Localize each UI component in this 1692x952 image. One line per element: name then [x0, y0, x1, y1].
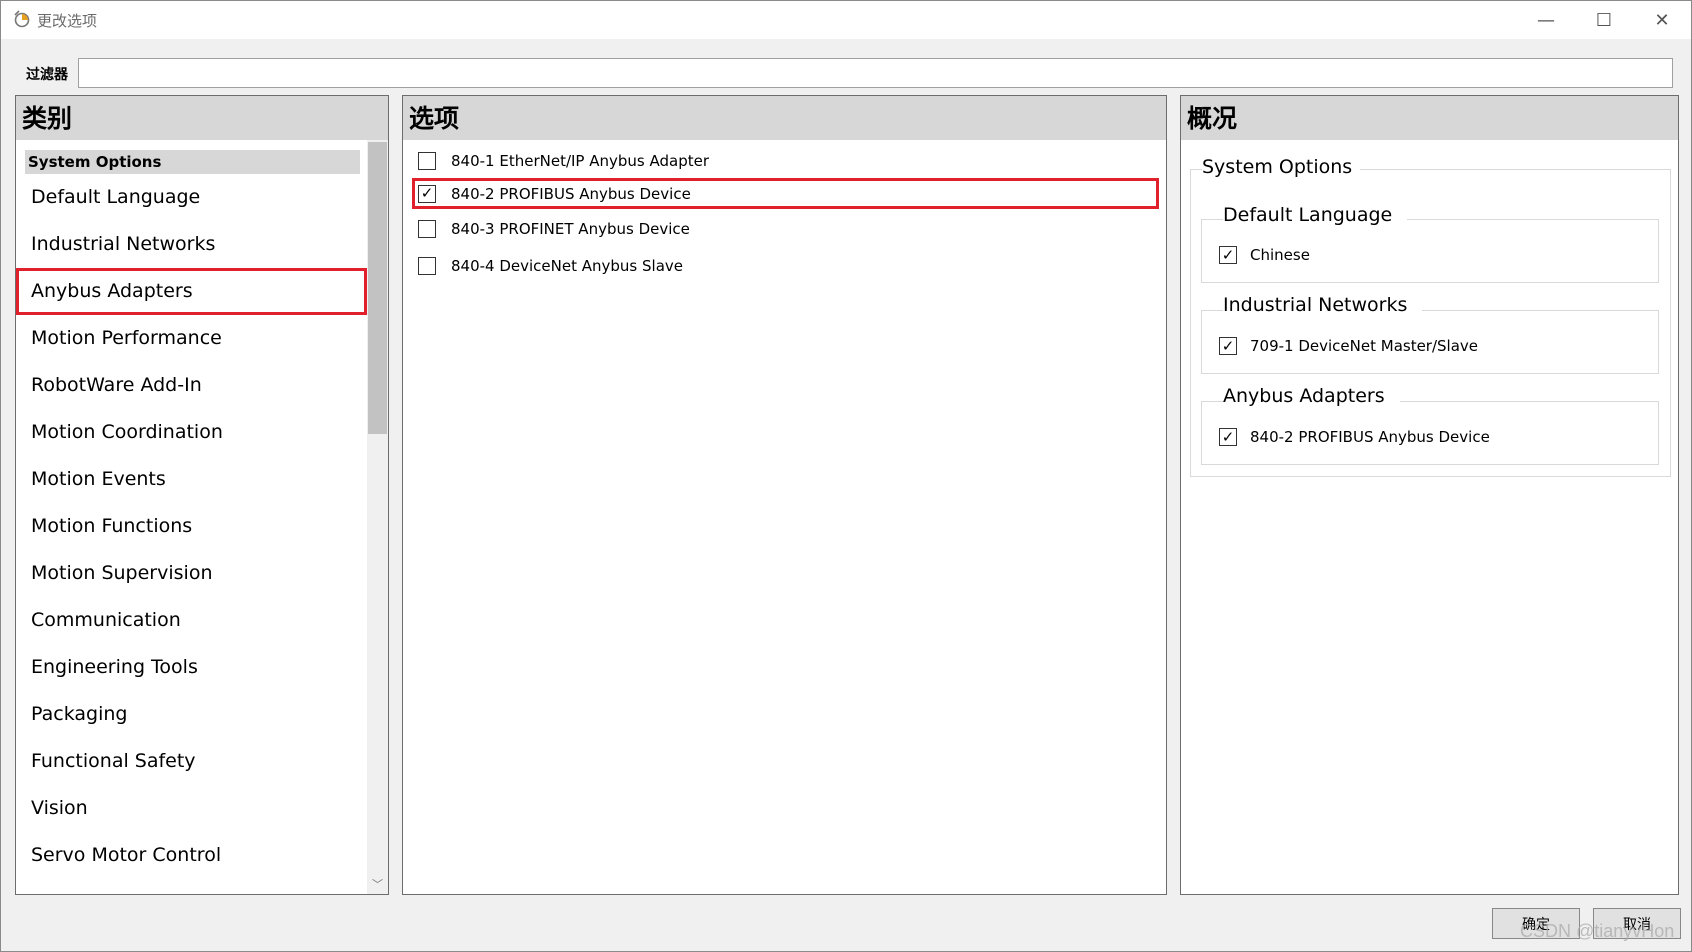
- checkmark-icon: ✓: [1221, 427, 1235, 446]
- window-title: 更改选项: [37, 12, 98, 30]
- maximize-button[interactable]: ☐: [1575, 1, 1633, 39]
- close-button[interactable]: ✕: [1633, 1, 1691, 39]
- summary-section-title: Industrial Networks: [1223, 294, 1423, 316]
- checkbox-840-2[interactable]: ✓: [418, 184, 436, 203]
- watermark: CSDN @tianyvHon: [1520, 921, 1675, 941]
- categories-panel: 类别 System Options Default Language Indus…: [15, 95, 389, 895]
- checkmark-icon: ✓: [420, 184, 434, 202]
- scroll-thumb[interactable]: [368, 142, 387, 434]
- categories-header: 类别: [16, 96, 388, 140]
- change-options-window: 更改选项 — ☐ ✕ 过滤器 类别 System Options Default…: [0, 0, 1692, 952]
- close-icon: ✕: [1654, 9, 1670, 31]
- option-label: 840-4 DeviceNet Anybus Slave: [451, 256, 683, 275]
- option-item-840-1[interactable]: 840-1 EtherNet/IP Anybus Adapter: [412, 145, 1159, 176]
- category-motion-supervision[interactable]: Motion Supervision: [16, 550, 367, 597]
- app-icon: [14, 10, 30, 28]
- category-industrial-networks[interactable]: Industrial Networks: [16, 221, 367, 268]
- category-servo-motor-control[interactable]: Servo Motor Control: [16, 832, 367, 879]
- summary-section-title: Default Language: [1223, 204, 1408, 226]
- checkbox-840-4[interactable]: [418, 256, 436, 275]
- summary-item-label: 840-2 PROFIBUS Anybus Device: [1250, 428, 1490, 446]
- category-packaging[interactable]: Packaging: [16, 691, 367, 738]
- summary-header: 概况: [1181, 96, 1678, 140]
- summary-checkbox: ✓: [1219, 428, 1237, 446]
- category-default-language[interactable]: Default Language: [16, 174, 367, 221]
- option-item-840-4[interactable]: 840-4 DeviceNet Anybus Slave: [412, 250, 1159, 281]
- category-motion-events[interactable]: Motion Events: [16, 456, 367, 503]
- option-label: 840-1 EtherNet/IP Anybus Adapter: [451, 151, 710, 170]
- checkbox-840-3[interactable]: [418, 219, 436, 238]
- scroll-down-icon[interactable]: ﹀: [367, 876, 388, 894]
- title-bar: 更改选项 — ☐ ✕: [1, 1, 1691, 39]
- summary-item-label: Chinese: [1250, 246, 1310, 264]
- option-item-840-3[interactable]: 840-3 PROFINET Anybus Device: [412, 213, 1159, 244]
- summary-section-title: Anybus Adapters: [1223, 385, 1400, 407]
- checkmark-icon: ✓: [1221, 336, 1235, 355]
- category-robotware-add-in[interactable]: RobotWare Add-In: [16, 362, 367, 409]
- summary-item-840-2: ✓ 840-2 PROFIBUS Anybus Device: [1219, 428, 1490, 446]
- categories-scrollbar[interactable]: ︿ ﹀: [367, 140, 388, 894]
- summary-item-chinese: ✓ Chinese: [1219, 246, 1310, 264]
- options-panel: 选项 840-1 EtherNet/IP Anybus Adapter ✓ 84…: [402, 95, 1167, 895]
- summary-checkbox: ✓: [1219, 246, 1237, 264]
- checkmark-icon: ✓: [1221, 245, 1235, 264]
- options-header: 选项: [403, 96, 1166, 140]
- category-anybus-adapters[interactable]: Anybus Adapters: [16, 268, 367, 315]
- category-motion-performance[interactable]: Motion Performance: [16, 315, 367, 362]
- summary-group-title: System Options: [1202, 156, 1361, 178]
- category-engineering-tools[interactable]: Engineering Tools: [16, 644, 367, 691]
- filter-label: 过滤器: [26, 67, 68, 83]
- filter-input[interactable]: [78, 58, 1673, 88]
- checkbox-840-1[interactable]: [418, 151, 436, 170]
- minimize-icon: —: [1537, 9, 1555, 31]
- category-group-system-options[interactable]: System Options: [25, 150, 360, 174]
- option-label: 840-2 PROFIBUS Anybus Device: [451, 184, 691, 203]
- category-functional-safety[interactable]: Functional Safety: [16, 738, 367, 785]
- minimize-button[interactable]: —: [1517, 1, 1575, 39]
- option-item-840-2[interactable]: ✓ 840-2 PROFIBUS Anybus Device: [412, 178, 1159, 209]
- category-motion-coordination[interactable]: Motion Coordination: [16, 409, 367, 456]
- summary-panel: 概况 System Options Default Language ✓ Chi…: [1180, 95, 1679, 895]
- option-label: 840-3 PROFINET Anybus Device: [451, 219, 690, 238]
- maximize-icon: ☐: [1595, 9, 1613, 31]
- summary-item-label: 709-1 DeviceNet Master/Slave: [1250, 337, 1479, 355]
- category-motion-functions[interactable]: Motion Functions: [16, 503, 367, 550]
- summary-checkbox: ✓: [1219, 337, 1237, 355]
- category-vision[interactable]: Vision: [16, 785, 367, 832]
- summary-item-709-1: ✓ 709-1 DeviceNet Master/Slave: [1219, 337, 1478, 355]
- category-communication[interactable]: Communication: [16, 597, 367, 644]
- categories-list: System Options Default Language Industri…: [16, 140, 367, 894]
